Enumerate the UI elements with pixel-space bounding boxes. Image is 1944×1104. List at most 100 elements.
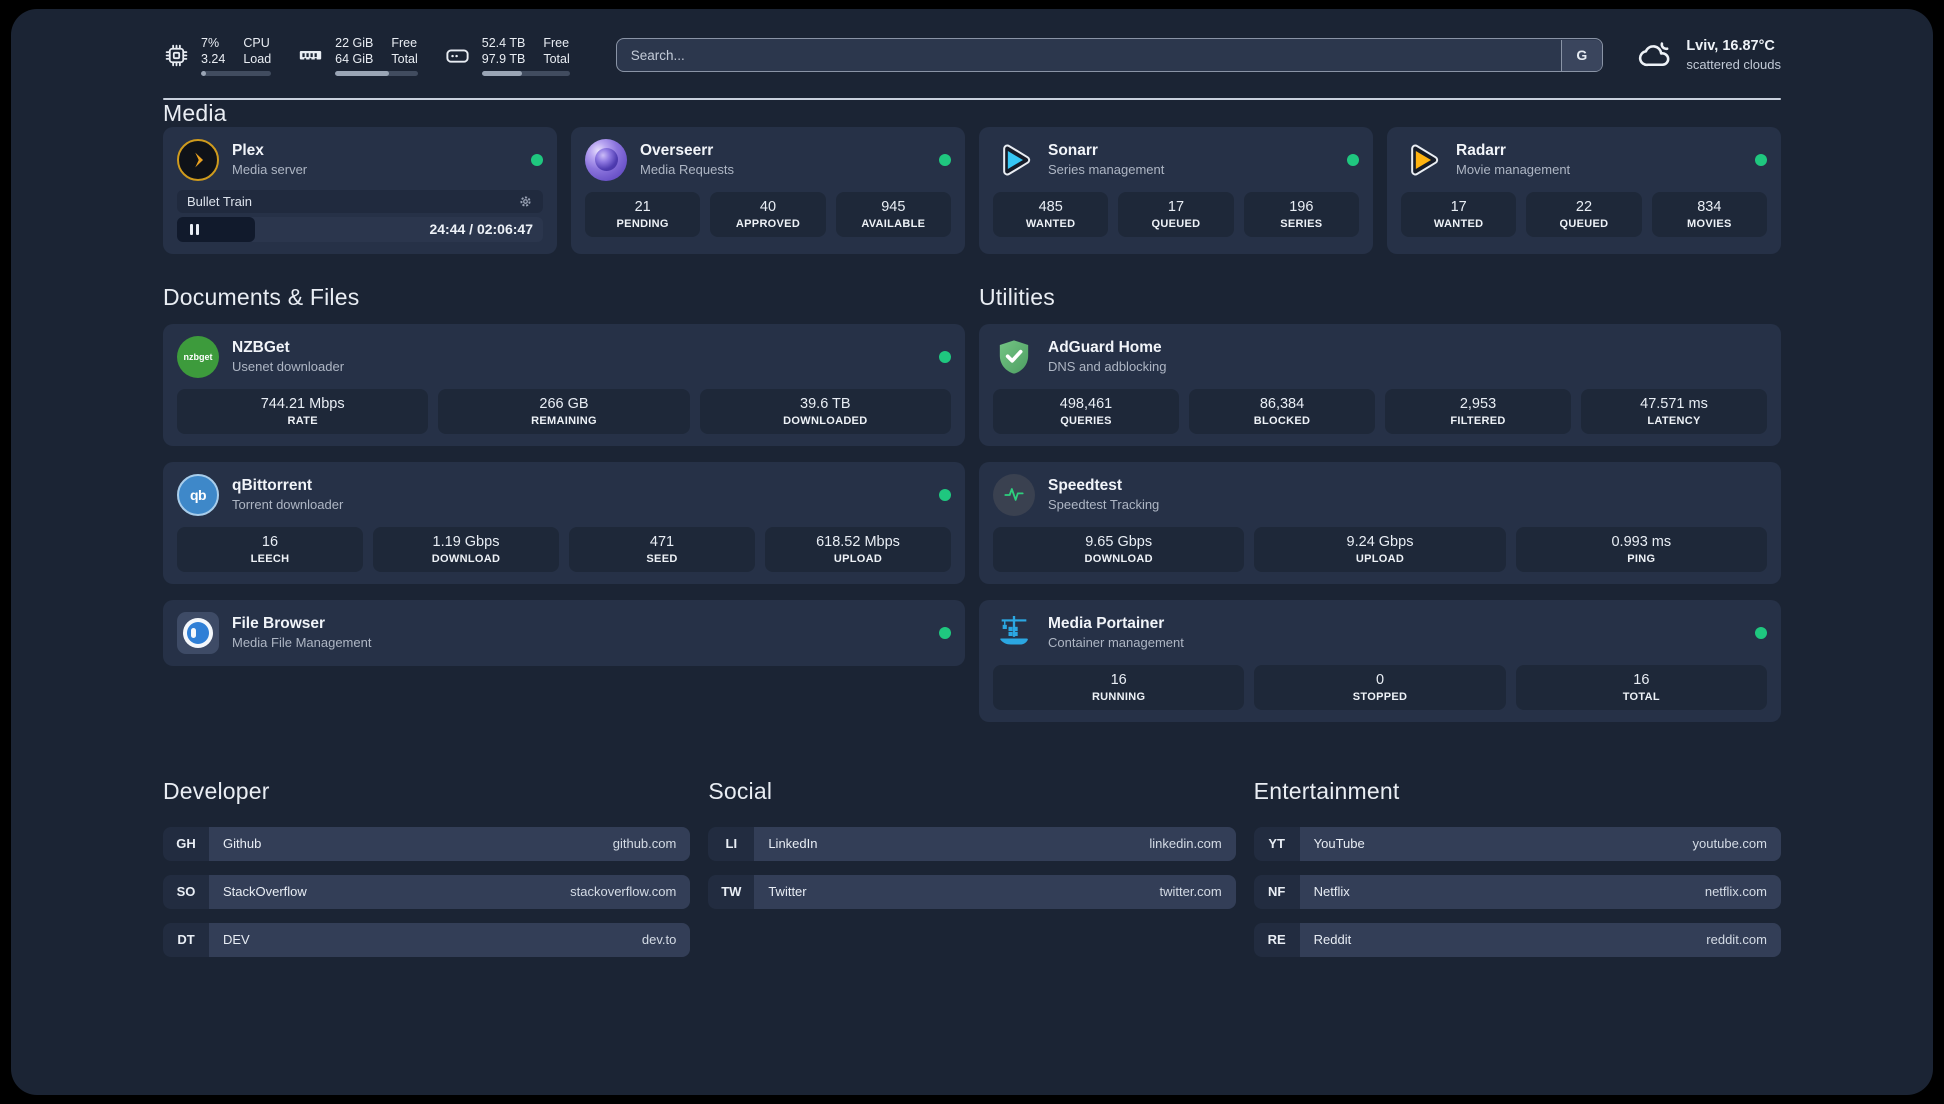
app-card-portainer[interactable]: Media Portainer Container management 16 R… (979, 599, 1781, 722)
entertainment-column: Entertainment YT YouTube youtube.com NF N… (1253, 777, 1781, 957)
link-reddit[interactable]: RE Reddit reddit.com (1253, 922, 1781, 957)
link-url: dev.to (641, 932, 677, 947)
app-card-sonarr[interactable]: Sonarr Series management 485 WANTED 17 QUE… (979, 126, 1373, 254)
search-input[interactable] (615, 38, 1604, 73)
section-title-media: Media (163, 99, 227, 126)
portainer-icon (993, 612, 1035, 654)
app-card-qbittorrent[interactable]: qb qBittorrent Torrent downloader 16 LEEC… (163, 461, 965, 584)
app-card-filebrowser[interactable]: File Browser Media File Management (163, 599, 965, 666)
qbittorrent-icon: qb (177, 473, 219, 516)
filebrowser-icon (177, 611, 219, 654)
status-dot (1755, 153, 1767, 166)
app-card-overseerr[interactable]: Overseerr Media Requests 21 PENDING 40 APP… (571, 126, 965, 254)
link-url: youtube.com (1692, 836, 1767, 851)
app-desc: Media File Management (232, 635, 372, 650)
link-twitter[interactable]: TW Twitter twitter.com (708, 874, 1236, 909)
cpu-percent: 7% (201, 36, 220, 50)
stat-tile: 39.6 TB DOWNLOADED (699, 388, 951, 434)
stat-tile: 1.19 Gbps DOWNLOAD (373, 526, 559, 572)
link-abbr: LI (708, 826, 755, 861)
stat-tile: 0.993 ms PING (1515, 526, 1767, 572)
app-desc: Media Requests (640, 162, 734, 177)
storage-drive-icon (446, 49, 469, 63)
adguard-icon (993, 336, 1035, 378)
cpu-load-label: Load (243, 52, 272, 66)
social-column: Social LI LinkedIn linkedin.com TW Twitte… (708, 778, 1236, 957)
search-engine-button[interactable]: G (1560, 39, 1602, 71)
stat-tile: 9.65 Gbps DOWNLOAD (993, 526, 1245, 572)
link-name: Twitter (768, 884, 807, 899)
cpu-label: CPU (243, 36, 270, 50)
link-linkedin[interactable]: LI LinkedIn linkedin.com (708, 826, 1236, 861)
app-desc: Series management (1048, 162, 1165, 177)
app-desc: DNS and adblocking (1048, 359, 1167, 374)
link-netflix[interactable]: NF Netflix netflix.com (1253, 874, 1781, 909)
storage-total-label: Total (543, 52, 570, 66)
link-name: DEV (223, 932, 250, 947)
status-dot (531, 153, 543, 166)
app-card-adguard[interactable]: AdGuard Home DNS and adblocking 498,461 Q… (979, 323, 1781, 446)
status-dot (1347, 153, 1359, 166)
app-card-nzbget[interactable]: nzbget NZBGet Usenet downloader 744.21 M… (163, 323, 965, 446)
memory-free-label: Free (391, 36, 418, 50)
developer-column: Developer GH Github github.com SO StackOv… (163, 778, 691, 957)
stat-tile: 744.21 Mbps RATE (177, 388, 429, 434)
link-youtube[interactable]: YT YouTube youtube.com (1253, 826, 1781, 861)
link-name: Netflix (1313, 884, 1350, 899)
app-card-radarr[interactable]: Radarr Movie management 17 WANTED 22 QUEUE… (1387, 126, 1781, 254)
link-name: YouTube (1313, 836, 1365, 851)
stat-tile: 22 QUEUED (1526, 191, 1642, 237)
link-url: reddit.com (1706, 932, 1767, 947)
app-name: Radarr (1456, 142, 1506, 159)
stat-tile: 16 RUNNING (993, 664, 1245, 710)
stat-tile: 17 WANTED (1401, 191, 1517, 237)
link-abbr: RE (1253, 922, 1300, 957)
stat-tile: 834 MOVIES (1651, 191, 1767, 237)
link-dev-to[interactable]: DT DEV dev.to (163, 922, 691, 957)
stat-tile: 498,461 QUERIES (993, 388, 1179, 434)
app-name: Speedtest (1048, 477, 1123, 494)
link-abbr: GH (163, 826, 209, 861)
dashboard-page: 7% 3.24 CPU Load 22 GiB 64 GiB Free Tota… (11, 9, 1933, 1095)
stat-tile: 618.52 Mbps UPLOAD (765, 526, 951, 572)
stat-tile: 471 SEED (569, 526, 755, 572)
weather-location: Lviv, 16.87°C (1686, 38, 1775, 55)
stat-tile: 17 QUEUED (1118, 191, 1234, 237)
stat-tile: 266 GB REMAINING (438, 388, 690, 434)
stat-tile: 47.571 ms LATENCY (1581, 388, 1767, 434)
app-name: qBittorrent (232, 477, 313, 494)
link-url: netflix.com (1704, 884, 1767, 899)
stat-tile: 16 TOTAL (1515, 664, 1767, 710)
link-abbr: YT (1253, 826, 1300, 861)
section-title-entertainment: Entertainment (1253, 777, 1400, 804)
radarr-icon (1401, 139, 1443, 181)
link-abbr: SO (163, 874, 209, 909)
stat-tile: 945 AVAILABLE (835, 191, 951, 237)
memory-icon (299, 50, 322, 60)
stat-tile: 2,953 FILTERED (1385, 388, 1571, 434)
link-name: StackOverflow (223, 884, 307, 899)
overseerr-icon (585, 138, 627, 181)
app-name: NZBGet (232, 339, 290, 356)
utilities-column: Utilities AdGuard Home DNS and adblockin… (979, 284, 1781, 722)
app-desc: Speedtest Tracking (1048, 497, 1160, 512)
status-dot (1755, 626, 1767, 639)
app-name: Media Portainer (1048, 615, 1165, 632)
playback-progress-bar: 24:44 / 02:06:47 (177, 216, 543, 242)
gear-icon[interactable] (518, 194, 533, 209)
cpu-chip-icon (165, 44, 188, 67)
stat-tile: 0 STOPPED (1254, 664, 1506, 710)
link-stackoverflow[interactable]: SO StackOverflow stackoverflow.com (163, 874, 691, 909)
app-card-speedtest[interactable]: Speedtest Speedtest Tracking 9.65 Gbps DO… (979, 461, 1781, 584)
now-playing-row: Bullet Train (177, 189, 543, 213)
weather-condition: scattered clouds (1686, 57, 1781, 73)
stat-tile: 21 PENDING (585, 191, 701, 237)
stat-tile: 9.24 Gbps UPLOAD (1254, 526, 1506, 572)
stat-tile: 86,384 BLOCKED (1189, 388, 1375, 434)
link-abbr: NF (1253, 874, 1300, 909)
app-name: Plex (232, 142, 264, 159)
app-name: File Browser (232, 615, 326, 632)
link-github[interactable]: GH Github github.com (163, 826, 691, 861)
app-card-plex[interactable]: Plex Media server Bullet Train 24:44 / 0… (163, 126, 557, 254)
link-name: LinkedIn (768, 836, 818, 851)
